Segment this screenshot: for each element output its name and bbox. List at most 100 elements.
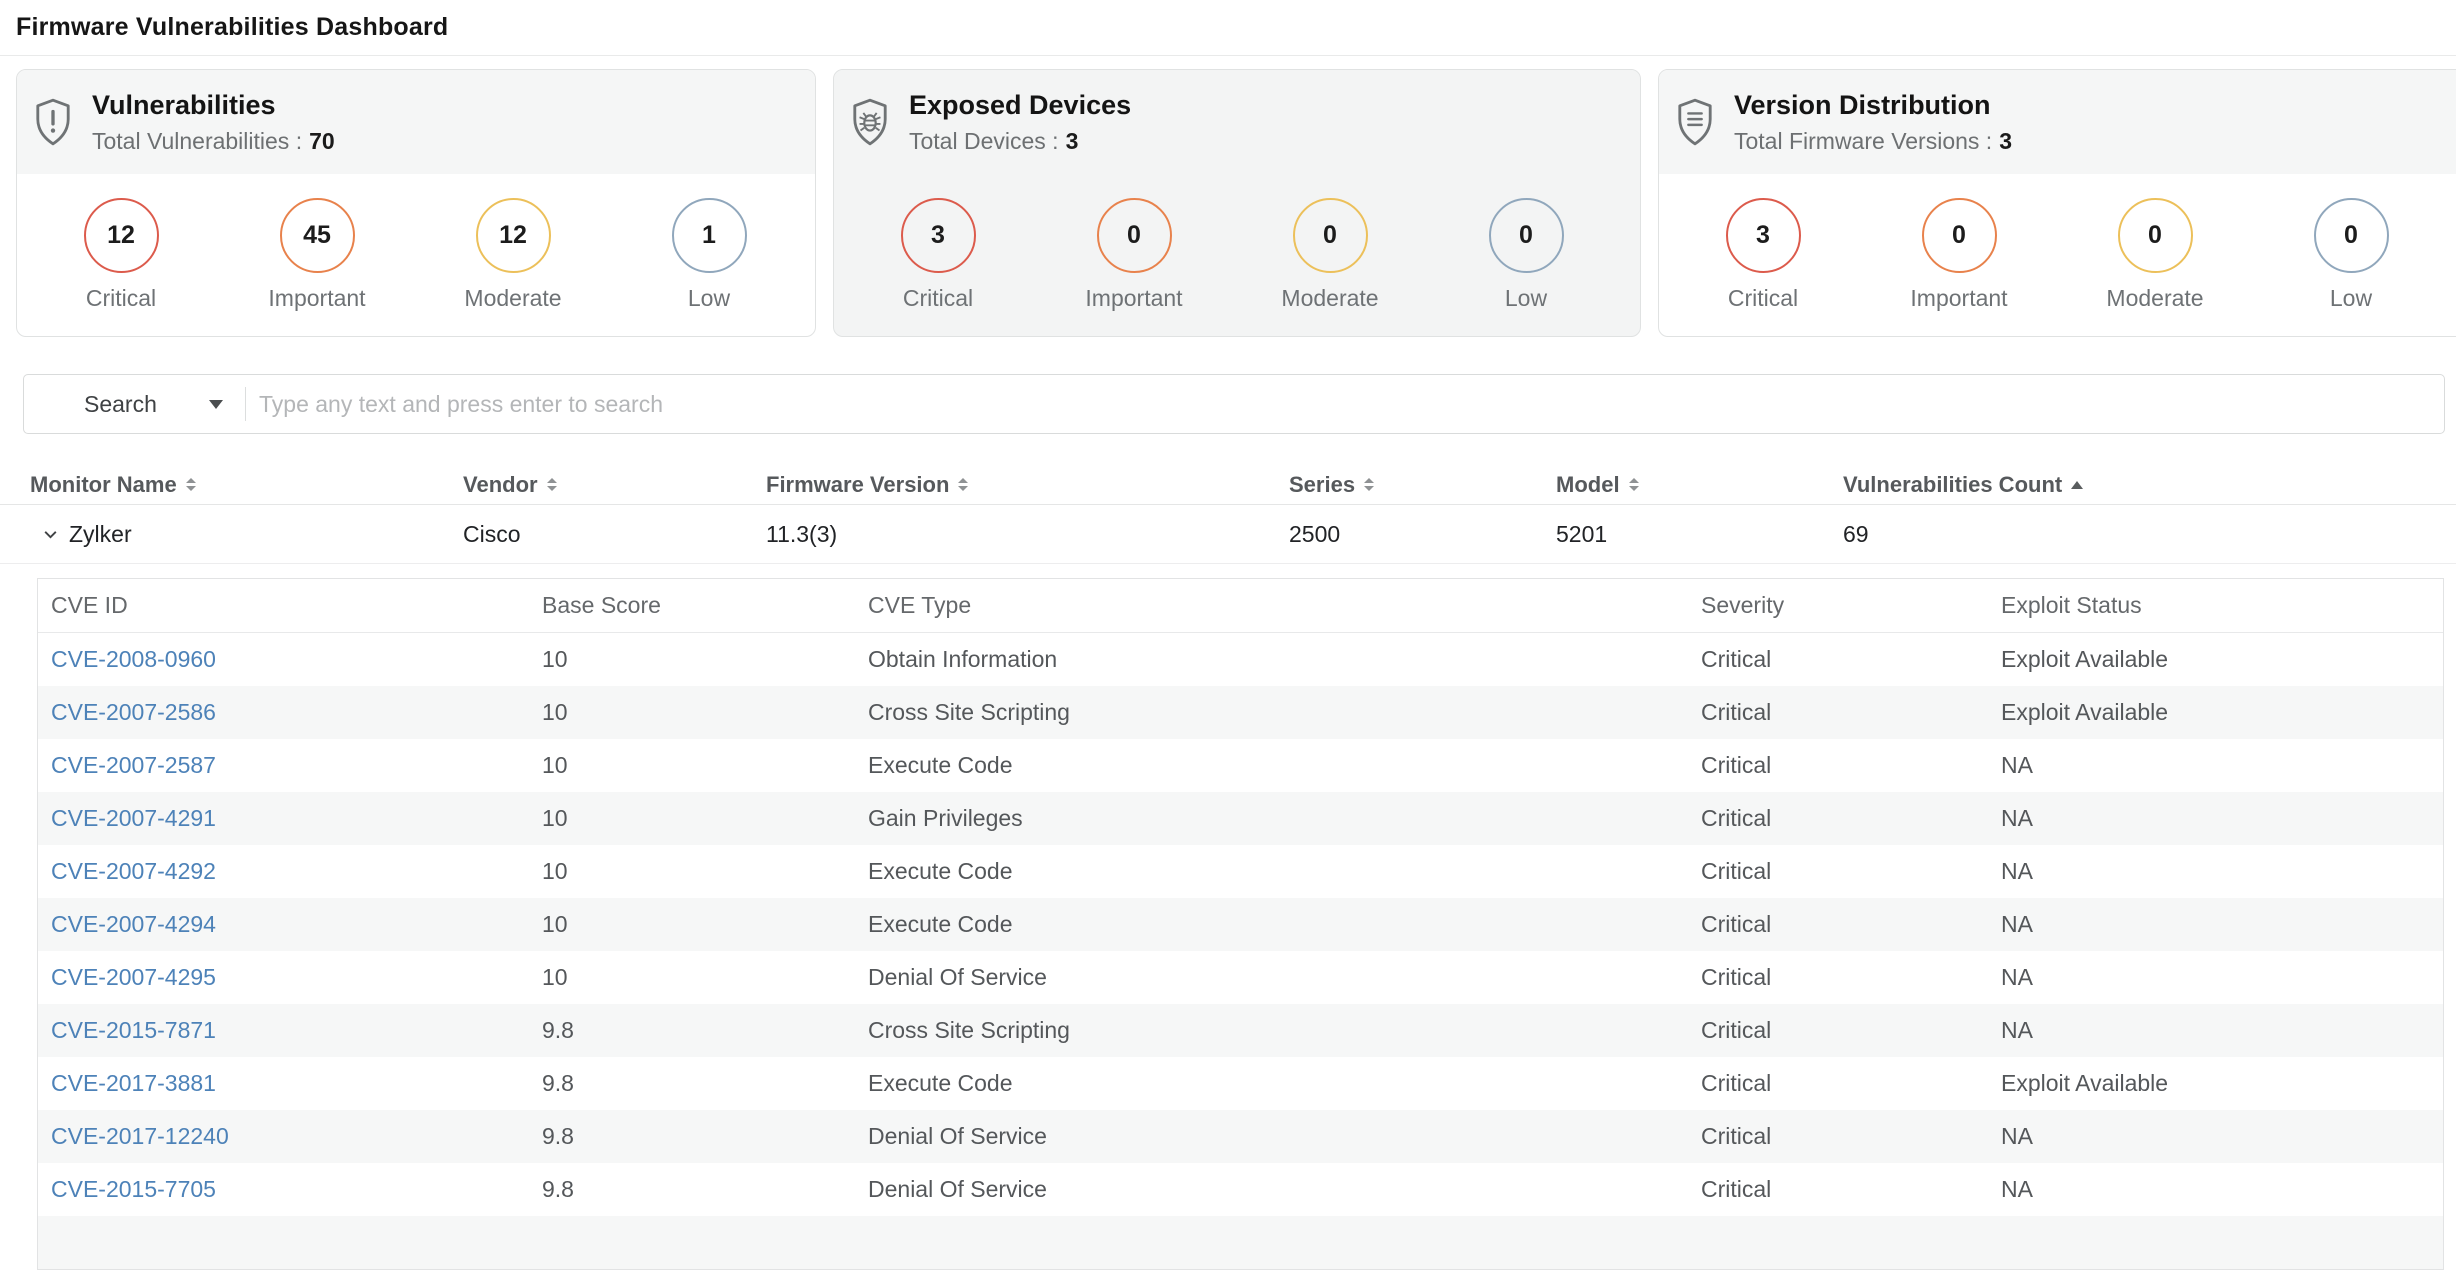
cve-link[interactable]: CVE-2007-2586 — [51, 699, 216, 725]
severity-count-item: 0Low — [2253, 198, 2449, 312]
severity-cell: Critical — [1701, 1017, 2001, 1044]
card-title: Exposed Devices — [909, 90, 1131, 121]
moderate-count-circle[interactable]: 12 — [476, 198, 551, 273]
cve-id-cell: CVE-2015-7705 — [38, 1176, 542, 1203]
cve-type-cell: Execute Code — [868, 858, 1701, 885]
cve-link[interactable]: CVE-2017-12240 — [51, 1123, 229, 1149]
column-header-vendor[interactable]: Vendor — [463, 472, 766, 498]
cve-link[interactable]: CVE-2007-4292 — [51, 858, 216, 884]
cve-table-row: CVE-2015-77059.8Denial Of ServiceCritica… — [38, 1163, 2443, 1216]
firmware-version-cell: 11.3(3) — [766, 521, 1289, 548]
base-score-cell: 10 — [542, 699, 868, 726]
search-column-selector[interactable]: Search — [24, 375, 245, 433]
critical-count-circle[interactable]: 3 — [901, 198, 976, 273]
severity-count-item: 1 Low — [611, 198, 807, 312]
severity-count-item: 0Important — [1036, 198, 1232, 312]
column-header-model[interactable]: Model — [1556, 472, 1843, 498]
cve-type-cell: Gain Privileges — [868, 805, 1701, 832]
card-header: Vulnerabilities Total Vulnerabilities :7… — [17, 70, 815, 174]
cve-table-row: CVE-2007-429410Execute CodeCriticalNA — [38, 898, 2443, 951]
moderate-count-circle[interactable]: 0 — [2118, 198, 2193, 273]
cve-link[interactable]: CVE-2007-2587 — [51, 752, 216, 778]
cve-id-cell: CVE-2015-7871 — [38, 1017, 542, 1044]
exploit-status-cell: NA — [2001, 858, 2443, 885]
card-title: Version Distribution — [1734, 90, 2012, 121]
cve-type-cell: Cross Site Scripting — [868, 1017, 1701, 1044]
vendor-cell: Cisco — [463, 521, 766, 548]
severity-count-item: 3 Critical — [1665, 198, 1861, 312]
card-header: Version Distribution Total Firmware Vers… — [1659, 70, 2456, 174]
cve-table-row: CVE-2007-429210Execute CodeCriticalNA — [38, 845, 2443, 898]
severity-count-item: 45Important — [219, 198, 415, 312]
low-count-circle[interactable]: 0 — [2314, 198, 2389, 273]
severity-cell: Critical — [1701, 964, 2001, 991]
cve-link[interactable]: CVE-2015-7871 — [51, 1017, 216, 1043]
cve-type-cell: Denial Of Service — [868, 1123, 1701, 1150]
cve-link[interactable]: CVE-2007-4295 — [51, 964, 216, 990]
search-input[interactable] — [246, 377, 2444, 431]
sort-icon — [1364, 478, 1374, 491]
sort-ascending-icon — [2071, 481, 2083, 489]
column-label: Series — [1289, 472, 1355, 498]
severity-count-item: 12Moderate — [415, 198, 611, 312]
exploit-status-cell: NA — [2001, 911, 2443, 938]
cve-table: CVE IDBase ScoreCVE TypeSeverityExploit … — [37, 578, 2444, 1270]
cve-link[interactable]: CVE-2015-7705 — [51, 1176, 216, 1202]
column-header-series[interactable]: Series — [1289, 472, 1556, 498]
column-header-monitor-name[interactable]: Monitor Name — [0, 472, 463, 498]
moderate-count-circle[interactable]: 0 — [1293, 198, 1368, 273]
severity-label: Critical — [1728, 285, 1798, 312]
column-label: Model — [1556, 472, 1620, 498]
cve-type-cell: Execute Code — [868, 1070, 1701, 1097]
collapse-chevron-icon[interactable] — [42, 526, 59, 543]
device-table-row[interactable]: Zylker Cisco 11.3(3) 2500 5201 69 — [0, 505, 2456, 564]
severity-cell: Critical — [1701, 911, 2001, 938]
severity-label: Critical — [903, 285, 973, 312]
card-subtitle: Total Devices :3 — [909, 128, 1131, 155]
page-title: Firmware Vulnerabilities Dashboard — [16, 13, 448, 42]
severity-cell: Critical — [1701, 699, 2001, 726]
exploit-status-cell: NA — [2001, 752, 2443, 779]
important-count-circle[interactable]: 45 — [280, 198, 355, 273]
cve-link[interactable]: CVE-2017-3881 — [51, 1070, 216, 1096]
cve-link[interactable]: CVE-2008-0960 — [51, 646, 216, 672]
cve-link[interactable]: CVE-2007-4291 — [51, 805, 216, 831]
severity-cell: Critical — [1701, 646, 2001, 673]
base-score-cell: 10 — [542, 964, 868, 991]
base-score-cell: 10 — [542, 911, 868, 938]
low-count-circle[interactable]: 0 — [1489, 198, 1564, 273]
search-selector-label: Search — [84, 391, 157, 418]
base-score-cell: 9.8 — [542, 1070, 868, 1097]
column-header-vulnerabilities-count[interactable]: Vulnerabilities Count — [1843, 472, 2456, 498]
severity-count-item: 12Critical — [23, 198, 219, 312]
exposed-devices-card: Exposed Devices Total Devices :3 3 Critic… — [833, 69, 1641, 337]
severity-label: Low — [688, 285, 730, 312]
cve-table-body: CVE-2008-096010Obtain InformationCritica… — [38, 633, 2443, 1269]
severity-counts: 12Critical45Important12Moderate 1 Low — [17, 174, 815, 312]
severity-counts: 3Critical0Important0Moderate0Low — [1659, 174, 2456, 312]
cve-table-row: CVE-2015-78719.8Cross Site ScriptingCrit… — [38, 1004, 2443, 1057]
cve-link[interactable]: CVE-2007-4294 — [51, 911, 216, 937]
device-table-header: Monitor Name VendorFirmware VersionSeries… — [0, 465, 2456, 505]
cve-column-header-cve-type: CVE Type — [868, 592, 1701, 619]
important-count-circle[interactable]: 0 — [1922, 198, 1997, 273]
severity-cell: Critical — [1701, 805, 2001, 832]
shield-exclamation-icon — [34, 98, 72, 146]
sort-icon — [1629, 478, 1639, 491]
severity-label: Important — [1910, 285, 2007, 312]
cve-column-header-severity: Severity — [1701, 592, 2001, 619]
column-header-firmware-version[interactable]: Firmware Version — [766, 472, 1289, 498]
column-label: Monitor Name — [30, 472, 177, 498]
important-count-circle[interactable]: 0 — [1097, 198, 1172, 273]
severity-counts: 3Critical0Important0Moderate0Low — [834, 174, 1640, 312]
severity-count-item: 0 Important — [1861, 198, 2057, 312]
shield-bug-icon — [851, 98, 889, 146]
sort-icon — [186, 478, 196, 491]
low-count-circle[interactable]: 1 — [672, 198, 747, 273]
cve-id-cell: CVE-2008-0960 — [38, 646, 542, 673]
cve-type-cell: Denial Of Service — [868, 964, 1701, 991]
critical-count-circle[interactable]: 3 — [1726, 198, 1801, 273]
cve-id-cell: CVE-2007-2586 — [38, 699, 542, 726]
model-cell: 5201 — [1556, 521, 1843, 548]
critical-count-circle[interactable]: 12 — [84, 198, 159, 273]
